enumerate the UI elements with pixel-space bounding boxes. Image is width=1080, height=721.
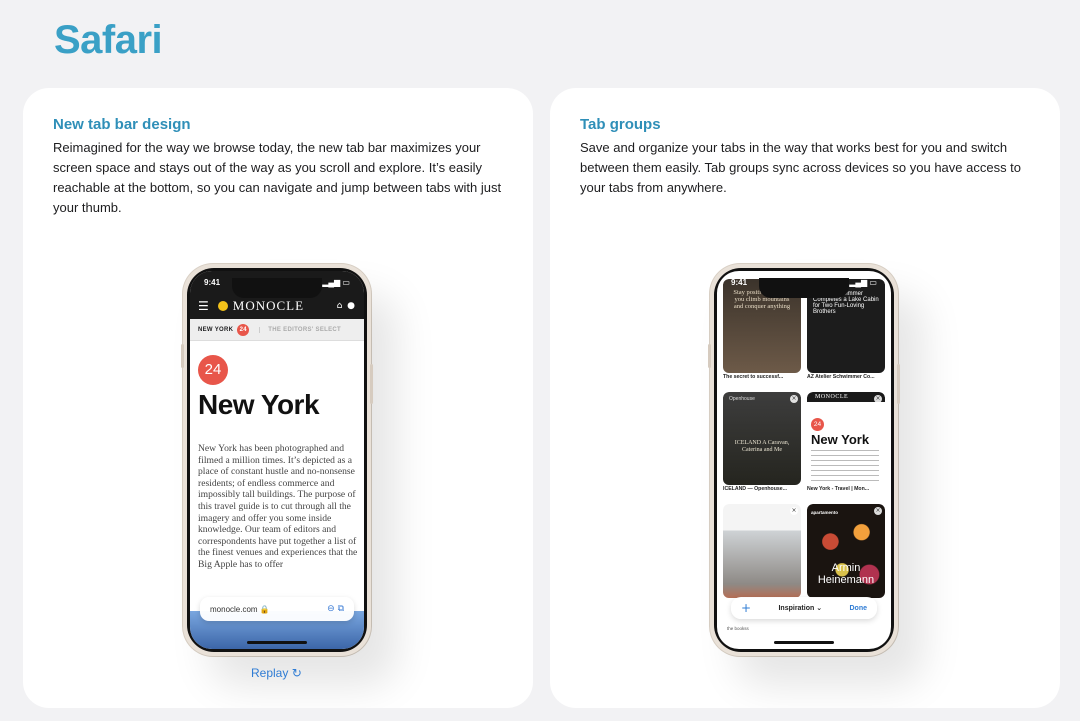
guide-number-badge: 24 (198, 355, 228, 385)
peek-tab[interactable] (779, 623, 829, 641)
tab-preview-text: Armin Heinemann (817, 562, 875, 587)
volume-button (708, 344, 711, 368)
signal-battery-icon: ▂▄▆ ▭ (849, 278, 877, 287)
page-title: Safari (54, 18, 163, 62)
signal-battery-icon: ▂▄▆ ▭ (322, 278, 350, 287)
tab-preview-text: ICELAND A Caravan, Caterina and Me (734, 439, 790, 453)
tab-preview: apartamento Armin Heinemann × (807, 504, 885, 598)
done-button[interactable]: Done (850, 605, 868, 612)
tab-preview: MONOCLE 24 New York × (807, 391, 885, 486)
tab-group-bar: + Inspiration ⌄ Done (731, 597, 877, 619)
phone-screen: 9:41 ▂▄▆ ▭ Stay positive can help you cl… (717, 271, 891, 649)
tab-caption: AZ Atelier Schwimmer Co... (807, 373, 875, 380)
peek-tab[interactable] (835, 623, 885, 641)
iphone-mockup: 9:41 ▂▄▆ ▭ Stay positive can help you cl… (708, 264, 900, 656)
card-description: Save and organize your tabs in the way t… (580, 140, 1022, 195)
peek-tab[interactable]: the bookss (723, 623, 773, 641)
tab-editors-select[interactable]: THE EDITORS' SELECT (259, 326, 341, 333)
url-text: monocle.com 🔒 (210, 604, 270, 614)
close-icon[interactable]: × (790, 394, 798, 403)
new-tab-button[interactable]: + (741, 601, 751, 615)
tab-preview: × (723, 504, 801, 598)
tab-overview-grid: Stay positive can help you climb mountai… (723, 279, 885, 609)
notch (232, 278, 322, 298)
close-icon[interactable]: × (874, 507, 882, 516)
tabs-overview-icon[interactable]: ⊖ ⧉ (327, 604, 344, 614)
tab-count-badge: 24 (237, 323, 250, 336)
tab-site-name: apartamento (811, 510, 839, 516)
bag-icon[interactable]: ⌂ ● (337, 301, 356, 311)
phone-screen: 9:41 ▂▄▆ ▭ ☰ MONOCLE ⌂ ● NEW YORK 24 THE… (190, 271, 364, 649)
tab-preview: Openhouse ICELAND A Caravan, Caterina an… (723, 391, 801, 486)
site-logo[interactable]: MONOCLE (233, 298, 304, 314)
tab-groups-card: Tab groups Save and organize your tabs i… (550, 88, 1060, 708)
tab-caption: New York - Travel | Mon... (807, 486, 870, 493)
tab-site-name: Openhouse (729, 395, 755, 402)
section-tabs: NEW YORK 24 THE EDITORS' SELECT (190, 319, 364, 341)
replay-button[interactable]: Replay ↻ (251, 666, 302, 680)
article-body: New York has been photographed and filme… (198, 443, 358, 570)
tab-thumbnail[interactable]: apartamento Armin Heinemann × (807, 504, 885, 609)
tab-caption: ICELAND — Openhouse... (723, 486, 787, 493)
article-headline: New York (198, 389, 320, 420)
tab-thumbnail[interactable]: × (723, 504, 801, 609)
guide-number-badge: 24 (811, 417, 824, 431)
tab-new-york[interactable]: NEW YORK (198, 327, 233, 333)
status-time: 9:41 (204, 278, 221, 287)
tab-bar-card: New tab bar design Reimagined for the wa… (23, 88, 533, 708)
close-icon[interactable]: × (790, 507, 798, 516)
notch (759, 278, 849, 298)
monocle-logo-icon (217, 301, 228, 311)
article-lines (811, 449, 879, 486)
home-indicator (774, 641, 834, 644)
menu-icon[interactable]: ☰ (198, 299, 210, 313)
tab-preview-text: New York (811, 431, 870, 447)
card-heading: Tab groups (580, 116, 661, 133)
status-time: 9:41 (731, 278, 748, 287)
close-icon[interactable]: × (874, 394, 882, 403)
home-indicator (247, 641, 307, 644)
peek-tabs: the bookss (723, 623, 885, 641)
tab-thumbnail[interactable]: Openhouse ICELAND A Caravan, Caterina an… (723, 391, 801, 497)
iphone-mockup: 9:41 ▂▄▆ ▭ ☰ MONOCLE ⌂ ● NEW YORK 24 THE… (181, 264, 373, 656)
card-description: Reimagined for the way we browse today, … (53, 140, 502, 215)
card-heading: New tab bar design (53, 116, 191, 133)
power-button (897, 364, 900, 404)
address-bar[interactable]: monocle.com 🔒 ⊖ ⧉ (200, 597, 354, 621)
power-button (370, 364, 373, 404)
volume-button (181, 344, 184, 368)
tab-group-selector[interactable]: Inspiration ⌄ (778, 604, 822, 612)
tab-caption: The secret to successf... (723, 373, 784, 380)
tab-thumbnail[interactable]: MONOCLE 24 New York × New York - Travel … (807, 391, 885, 497)
